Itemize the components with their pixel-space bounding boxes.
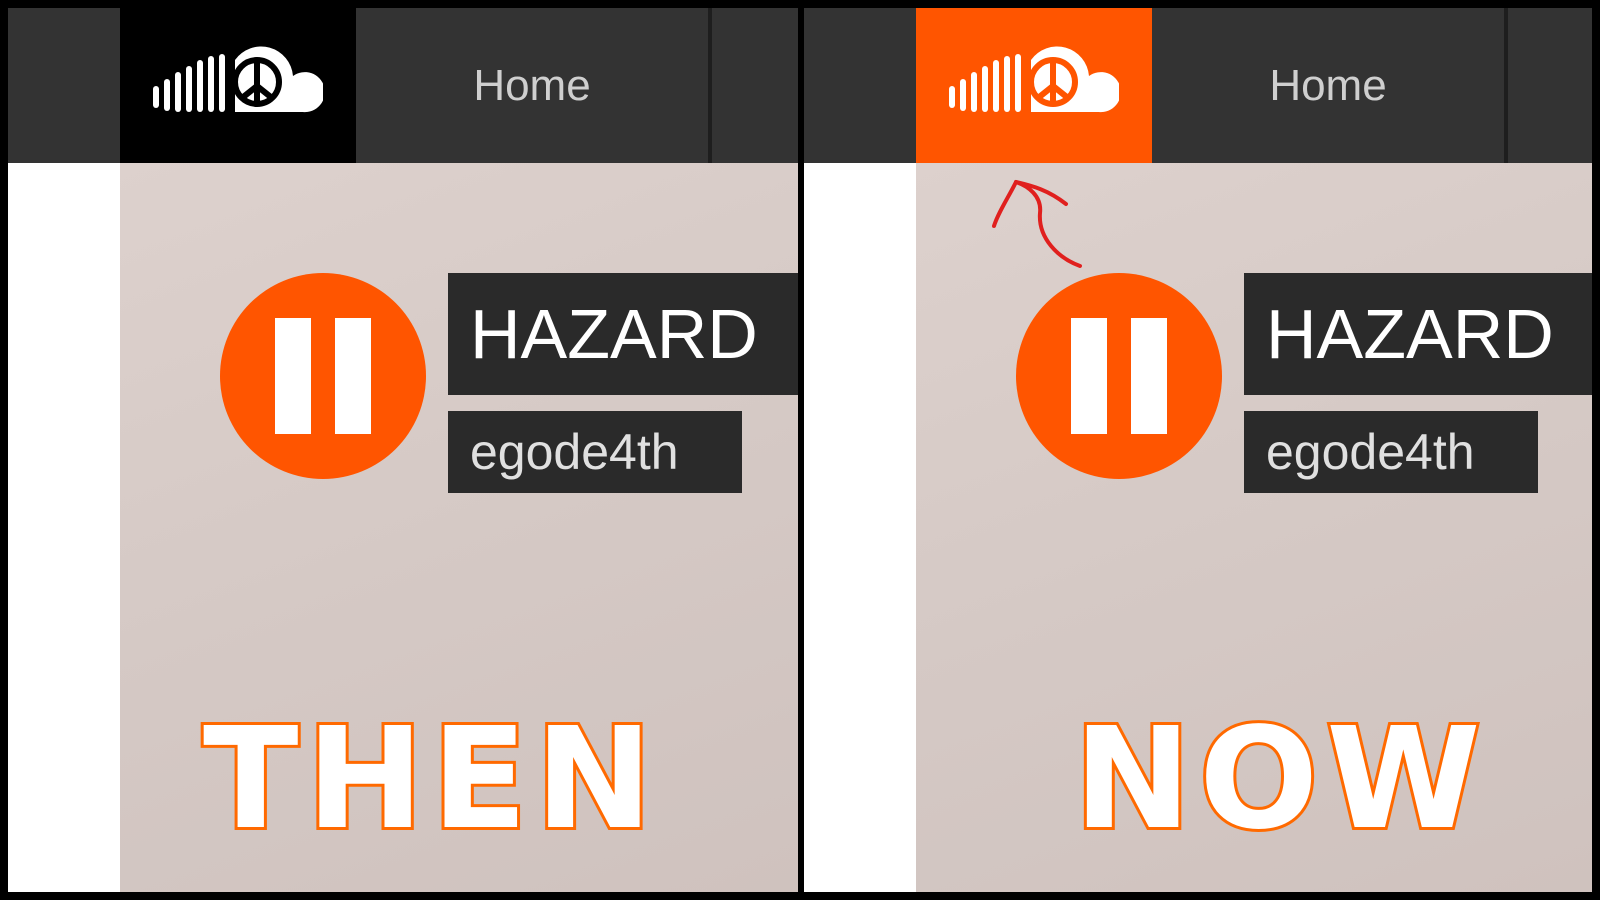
- pause-icon-bar: [335, 318, 371, 434]
- home-tab[interactable]: Home: [1152, 8, 1504, 163]
- now-panel: Home HAZARD egode4th NOW: [804, 8, 1592, 892]
- soundcloud-logo-icon: [949, 46, 1119, 112]
- track-title[interactable]: HAZARD: [1244, 273, 1592, 395]
- top-navbar: Home: [8, 8, 798, 163]
- pause-button[interactable]: [220, 273, 426, 479]
- then-panel: Home HAZARD egode4th THEN: [8, 8, 798, 892]
- left-margin: [8, 163, 120, 892]
- track-title[interactable]: HAZARD: [448, 273, 798, 395]
- home-label: Home: [1269, 60, 1387, 110]
- left-margin: [804, 163, 916, 892]
- nav-divider: [1504, 8, 1508, 163]
- home-label: Home: [473, 60, 591, 110]
- now-caption: NOW: [1071, 695, 1489, 864]
- artist-name[interactable]: egode4th: [1244, 411, 1538, 493]
- top-navbar: Home: [804, 8, 1592, 163]
- home-tab[interactable]: Home: [356, 8, 708, 163]
- nav-divider: [708, 8, 712, 163]
- then-caption: THEN: [200, 695, 661, 864]
- logo-tab[interactable]: [916, 8, 1152, 163]
- logo-tab[interactable]: [120, 8, 356, 163]
- artist-name[interactable]: egode4th: [448, 411, 742, 493]
- soundcloud-logo-icon: [153, 46, 323, 112]
- pause-icon-bar: [1071, 318, 1107, 434]
- hand-drawn-arrow-icon: [992, 180, 1082, 268]
- pause-button[interactable]: [1016, 273, 1222, 479]
- pause-icon-bar: [275, 318, 311, 434]
- pause-icon-bar: [1131, 318, 1167, 434]
